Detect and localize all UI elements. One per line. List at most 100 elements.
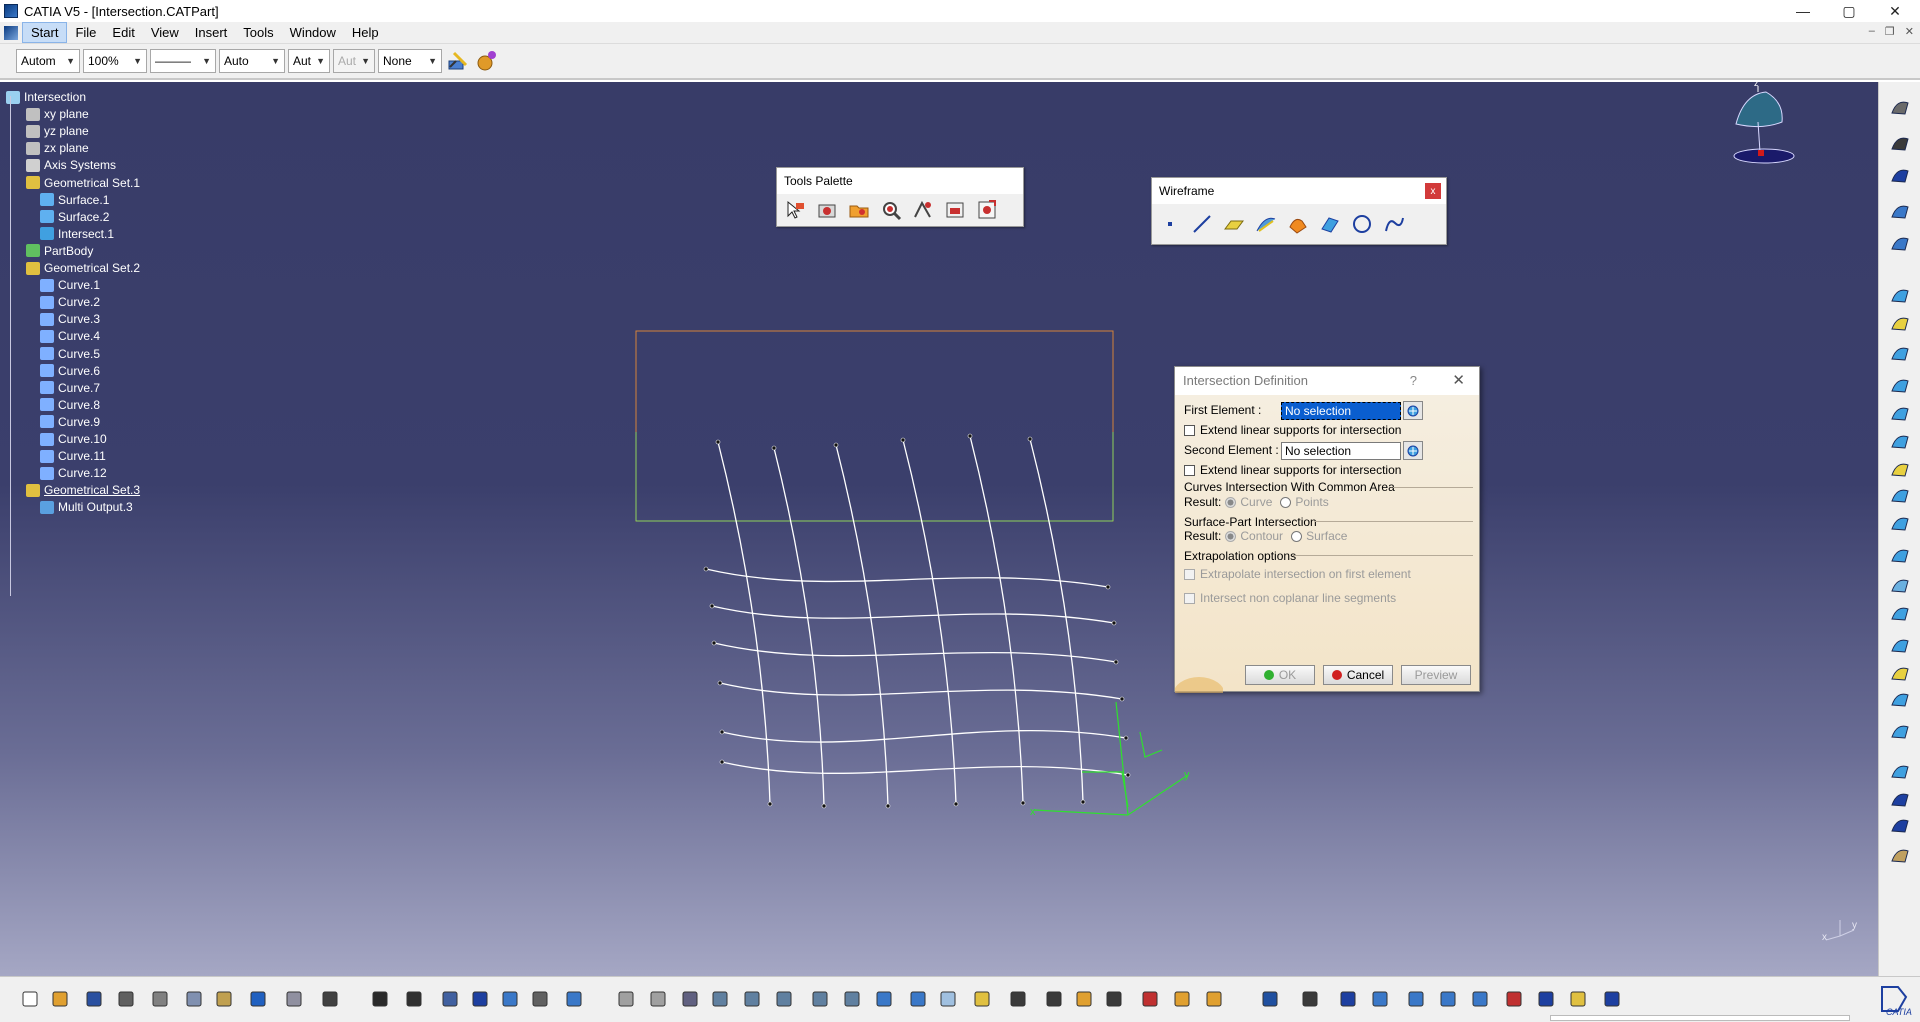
- extrapolate-icon[interactable]: [1887, 786, 1913, 812]
- color-combo[interactable]: Autom ▼: [16, 49, 80, 73]
- tree-node[interactable]: Geometrical Set.1: [26, 174, 140, 192]
- scan-icon[interactable]: [1200, 985, 1228, 1013]
- tree-node[interactable]: Curve.1: [40, 276, 100, 294]
- catalog-icon[interactable]: [1887, 842, 1913, 868]
- healing-icon[interactable]: [1887, 572, 1913, 598]
- join-icon[interactable]: [1887, 542, 1913, 568]
- catalog-icon[interactable]: [1564, 985, 1592, 1013]
- 3d-support-icon[interactable]: [1434, 985, 1462, 1013]
- normal-view-icon[interactable]: [806, 985, 834, 1013]
- tree-node[interactable]: Curve.10: [40, 430, 107, 448]
- tree-node[interactable]: Curve.3: [40, 310, 100, 328]
- options-icon[interactable]: [1598, 985, 1626, 1013]
- mdi-restore-button[interactable]: ❐: [1885, 25, 1895, 38]
- compass-icon[interactable]: [1296, 985, 1324, 1013]
- mdi-close-button[interactable]: ✕: [1905, 25, 1914, 38]
- points-radio[interactable]: [1280, 496, 1292, 508]
- measure-item-icon[interactable]: [1040, 985, 1068, 1013]
- open-file-tool-icon[interactable]: [845, 197, 873, 223]
- boundary-icon[interactable]: [1887, 660, 1913, 686]
- comment-icon[interactable]: [400, 985, 428, 1013]
- tree-node[interactable]: yz plane: [26, 122, 89, 140]
- blend-icon[interactable]: [1887, 510, 1913, 536]
- tree-node[interactable]: Axis Systems: [26, 156, 116, 174]
- extend-linear-2-checkbox[interactable]: [1184, 464, 1195, 476]
- tree-node[interactable]: Curve.8: [40, 396, 100, 414]
- measure-tool-icon[interactable]: [909, 197, 937, 223]
- vertical-curve[interactable]: [717, 441, 771, 805]
- repeat-icon[interactable]: [496, 985, 524, 1013]
- document-icon[interactable]: [4, 25, 18, 40]
- offset-icon[interactable]: [1316, 211, 1344, 237]
- sketcher-icon[interactable]: [1887, 230, 1913, 256]
- trim-icon[interactable]: [1887, 632, 1913, 658]
- tree-node[interactable]: Curve.2: [40, 293, 100, 311]
- command-input-field[interactable]: [1550, 1015, 1850, 1021]
- offset-surface-icon[interactable]: [1887, 400, 1913, 426]
- copy-icon[interactable]: [180, 985, 208, 1013]
- plane-icon[interactable]: [1220, 211, 1248, 237]
- extrude-icon[interactable]: [1887, 282, 1913, 308]
- rotate-icon[interactable]: [706, 985, 734, 1013]
- menu-edit[interactable]: Edit: [104, 23, 142, 42]
- sphere-icon[interactable]: [1887, 340, 1913, 366]
- circle-icon[interactable]: [1348, 211, 1376, 237]
- snapshot-tool-icon[interactable]: [813, 197, 841, 223]
- tree-icon[interactable]: [1532, 985, 1560, 1013]
- thickness-combo[interactable]: Auto ▼: [219, 49, 285, 73]
- close-button[interactable]: ✕: [1872, 0, 1918, 22]
- tree-node[interactable]: Curve.9: [40, 413, 100, 431]
- menu-file[interactable]: File: [67, 23, 104, 42]
- knowledge-icon[interactable]: [436, 985, 464, 1013]
- tree-node[interactable]: PartBody: [26, 242, 93, 260]
- measure-between-icon[interactable]: [1004, 985, 1032, 1013]
- tree-node[interactable]: Curve.4: [40, 327, 100, 345]
- vertical-curve[interactable]: [835, 444, 889, 807]
- fill-icon[interactable]: [1887, 456, 1913, 482]
- painter-icon[interactable]: [445, 48, 471, 74]
- tree-node[interactable]: Intersect.1: [40, 225, 114, 243]
- measure-inertia-icon[interactable]: [1070, 985, 1098, 1013]
- filter-tool-icon[interactable]: [941, 197, 969, 223]
- horizontal-curve[interactable]: [705, 568, 1109, 588]
- free-rotate-icon[interactable]: [1887, 162, 1913, 188]
- second-element-field[interactable]: No selection: [1281, 442, 1401, 460]
- menu-view[interactable]: View: [143, 23, 187, 42]
- paste-icon[interactable]: [210, 985, 238, 1013]
- fly-mode-icon[interactable]: [644, 985, 672, 1013]
- horizontal-curve[interactable]: [713, 642, 1117, 663]
- cut-icon[interactable]: [146, 985, 174, 1013]
- minimize-button[interactable]: —: [1780, 0, 1826, 22]
- point-symbol-combo[interactable]: Aut ▼: [288, 49, 330, 73]
- save-icon[interactable]: [80, 985, 108, 1013]
- menu-tools[interactable]: Tools: [235, 23, 281, 42]
- draft-icon[interactable]: [1500, 985, 1528, 1013]
- dialog-close-button[interactable]: ✕: [1452, 367, 1465, 395]
- horizontal-curve[interactable]: [721, 730, 1127, 743]
- tree-node[interactable]: zx plane: [26, 139, 89, 157]
- redo-icon[interactable]: [280, 985, 308, 1013]
- zoom-select-tool-icon[interactable]: [877, 197, 905, 223]
- projection-icon[interactable]: [1252, 211, 1280, 237]
- zoom-out-icon[interactable]: [770, 985, 798, 1013]
- tree-node[interactable]: Curve.11: [40, 447, 106, 465]
- extend-linear-1-row[interactable]: Extend linear supports for intersection: [1184, 423, 1401, 437]
- table-icon[interactable]: [466, 985, 494, 1013]
- hide-show-icon[interactable]: [904, 985, 932, 1013]
- surface-radio[interactable]: [1291, 530, 1303, 542]
- tree-node[interactable]: Intersection: [6, 88, 86, 106]
- select-tool-icon[interactable]: [781, 197, 809, 223]
- whats-this-icon[interactable]: [316, 985, 344, 1013]
- capture-icon[interactable]: [1100, 985, 1128, 1013]
- grid-icon[interactable]: [1366, 985, 1394, 1013]
- dialog-help-button[interactable]: ?: [1410, 367, 1417, 395]
- wireframe-toolbar[interactable]: Wireframe x: [1151, 177, 1447, 245]
- views-icon[interactable]: [838, 985, 866, 1013]
- first-element-select-icon[interactable]: [1403, 401, 1423, 420]
- tree-node[interactable]: Curve.5: [40, 345, 100, 363]
- swap-space-icon[interactable]: [934, 985, 962, 1013]
- menu-window[interactable]: Window: [282, 23, 344, 42]
- second-element-select-icon[interactable]: [1403, 441, 1423, 460]
- graphic-properties-icon[interactable]: [474, 48, 500, 74]
- maximize-button[interactable]: ▢: [1826, 0, 1872, 22]
